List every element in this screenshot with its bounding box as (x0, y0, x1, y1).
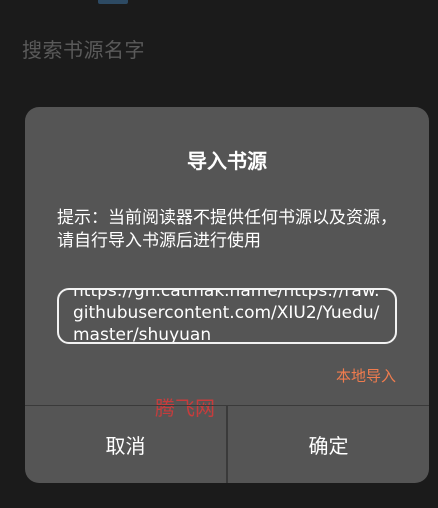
import-source-dialog: 导入书源 提示：当前阅读器不提供任何书源以及资源，请自行导入书源后进行使用 ht… (25, 107, 429, 483)
dialog-button-row: 取消 确定 (25, 405, 429, 483)
url-input-value[interactable]: https://gh.catmak.name/https://raw.githu… (73, 290, 385, 342)
url-input[interactable]: https://gh.catmak.name/https://raw.githu… (57, 288, 397, 344)
search-input[interactable]: 搜索书源名字 (22, 34, 145, 63)
dialog-title: 导入书源 (187, 149, 267, 173)
local-import-link[interactable]: 本地导入 (336, 365, 396, 386)
screen: 搜索书源名字 导入书源 提示：当前阅读器不提供任何书源以及资源，请自行导入书源后… (0, 0, 438, 508)
tab-indicator (98, 0, 128, 4)
confirm-button[interactable]: 确定 (228, 406, 429, 483)
cancel-button[interactable]: 取消 (25, 406, 226, 483)
dialog-message: 提示：当前阅读器不提供任何书源以及资源，请自行导入书源后进行使用 (57, 208, 397, 251)
